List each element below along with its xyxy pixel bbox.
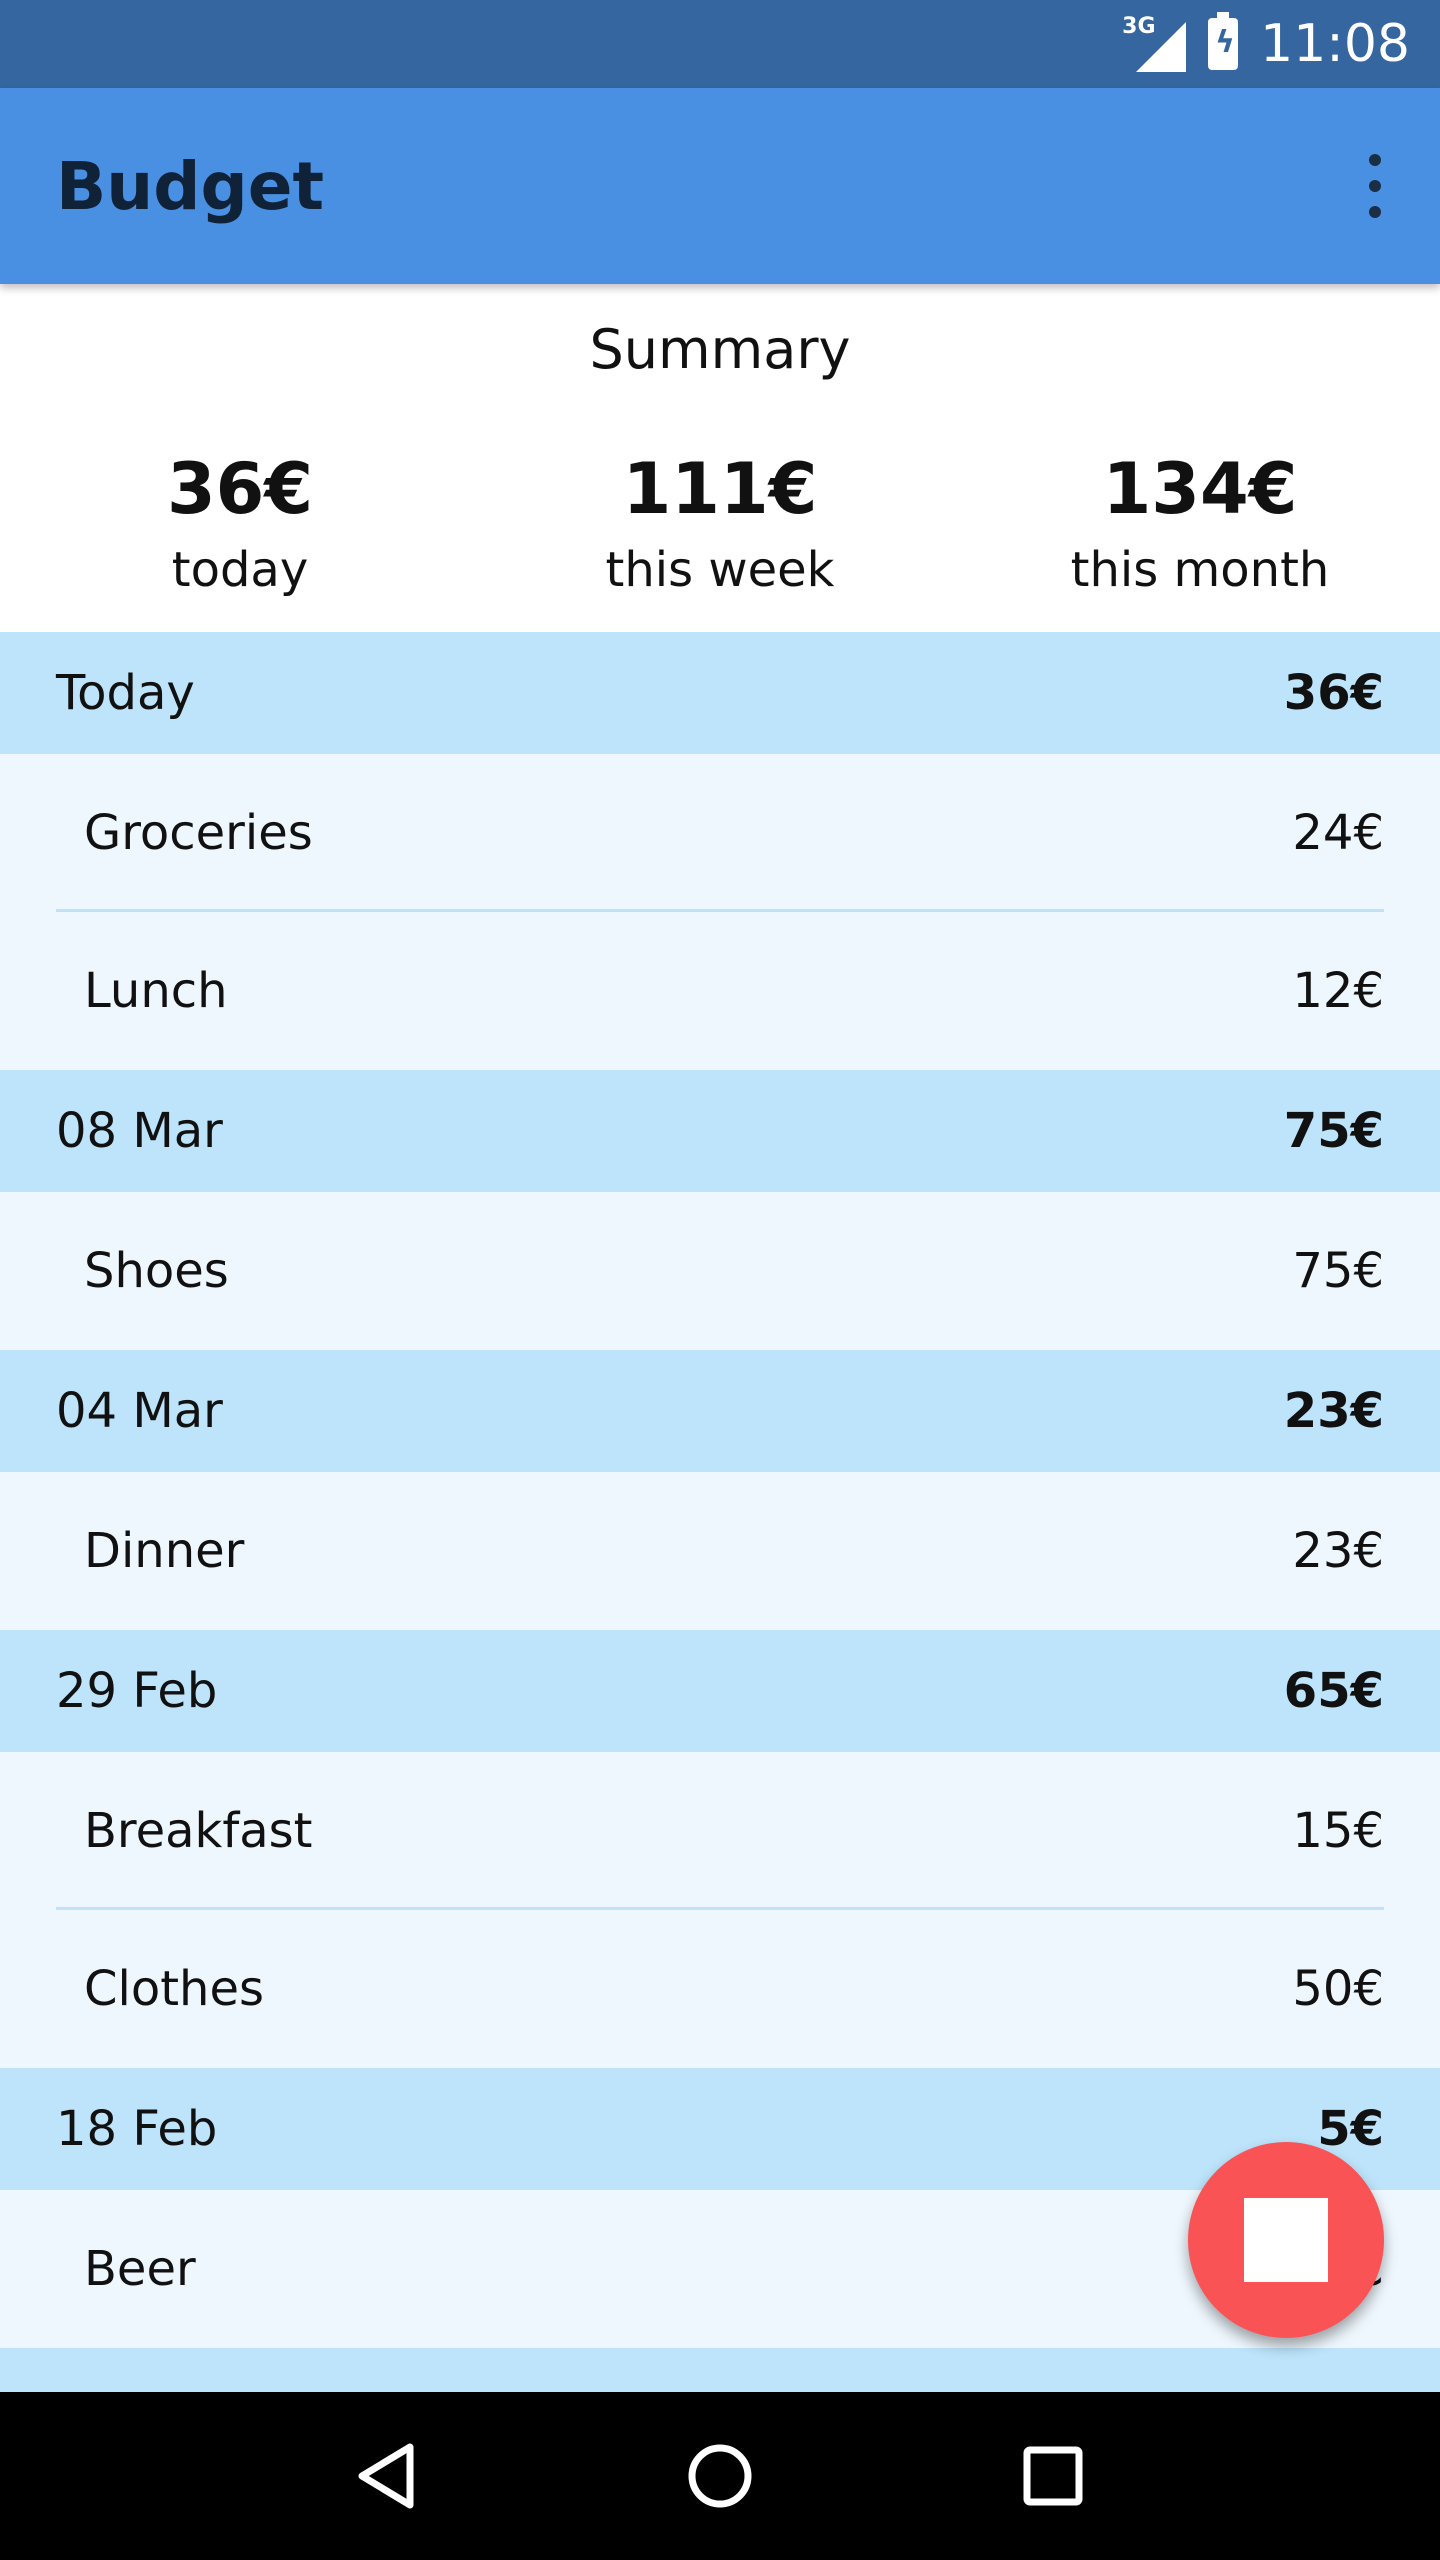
group-total: 23€ (1283, 1383, 1384, 1439)
entry-name: Breakfast (84, 1803, 313, 1859)
entry-amount: 75€ (1292, 1243, 1384, 1299)
app-title: Budget (56, 147, 325, 225)
entry-name: Shoes (84, 1243, 229, 1299)
group-header-29-feb[interactable]: 29 Feb 65€ (0, 1630, 1440, 1752)
home-icon[interactable] (675, 2431, 765, 2521)
recents-icon[interactable] (1008, 2431, 1098, 2521)
summary-week-label: this week (605, 542, 835, 598)
summary-today: 36€ today (0, 454, 480, 598)
group-header-08-mar[interactable]: 08 Mar 75€ (0, 1070, 1440, 1192)
summary-week-amount: 111€ (622, 448, 818, 530)
battery-charging-icon: ϟ (1208, 12, 1239, 70)
more-vert-icon[interactable] (1350, 148, 1400, 224)
group-date: 29 Feb (56, 1663, 218, 1719)
summary-today-amount: 36€ (166, 448, 314, 530)
summary-heading: Summary (589, 318, 851, 381)
summary-month-label: this month (1070, 542, 1330, 598)
list-item[interactable]: Lunch 12€ (0, 912, 1440, 1070)
group-date: 04 Mar (56, 1383, 223, 1439)
summary-section: Summary 36€ today 111€ this week 134€ th… (0, 284, 1440, 632)
list-item[interactable]: Groceries 24€ (0, 754, 1440, 912)
entry-name: Dinner (84, 1523, 245, 1579)
group-date: 18 Feb (56, 2101, 218, 2157)
stop-icon (1244, 2198, 1328, 2282)
entry-amount: 15€ (1292, 1803, 1384, 1859)
group-header-04-mar[interactable]: 04 Mar 23€ (0, 1350, 1440, 1472)
entry-amount: 12€ (1292, 963, 1384, 1019)
summary-month-amount: 134€ (1102, 448, 1298, 530)
group-header-today[interactable]: Today 36€ (0, 632, 1440, 754)
group-date: 08 Mar (56, 1103, 223, 1159)
list-item[interactable]: Dinner 23€ (0, 1472, 1440, 1630)
entry-name: Clothes (84, 1961, 264, 2017)
entry-name: Groceries (84, 805, 313, 861)
summary-today-label: today (171, 542, 309, 598)
app-bar: Budget (0, 88, 1440, 284)
group-date: Today (56, 665, 195, 721)
status-time: 11:08 (1260, 14, 1410, 74)
entry-amount: 23€ (1292, 1523, 1384, 1579)
summary-month: 134€ this month (960, 454, 1440, 598)
list-item[interactable]: Shoes 75€ (0, 1192, 1440, 1350)
group-total: 5€ (1317, 2101, 1384, 2157)
entry-name: Beer (84, 2241, 196, 2297)
summary-week: 111€ this week (480, 454, 960, 598)
stop-button[interactable] (1188, 2142, 1384, 2338)
list-item[interactable]: Breakfast 15€ (0, 1752, 1440, 1910)
entry-amount: 24€ (1292, 805, 1384, 861)
entry-name: Lunch (84, 963, 228, 1019)
group-total: 65€ (1283, 1663, 1384, 1719)
group-total: 36€ (1283, 665, 1384, 721)
group-total: 75€ (1283, 1103, 1384, 1159)
entry-amount: 50€ (1292, 1961, 1384, 2017)
navigation-bar (0, 2392, 1440, 2560)
status-bar: 3G ϟ 11:08 (0, 0, 1440, 88)
signal-icon: 3G (1122, 14, 1187, 72)
list-item[interactable]: Clothes 50€ (0, 1910, 1440, 2068)
back-icon[interactable] (342, 2431, 432, 2521)
